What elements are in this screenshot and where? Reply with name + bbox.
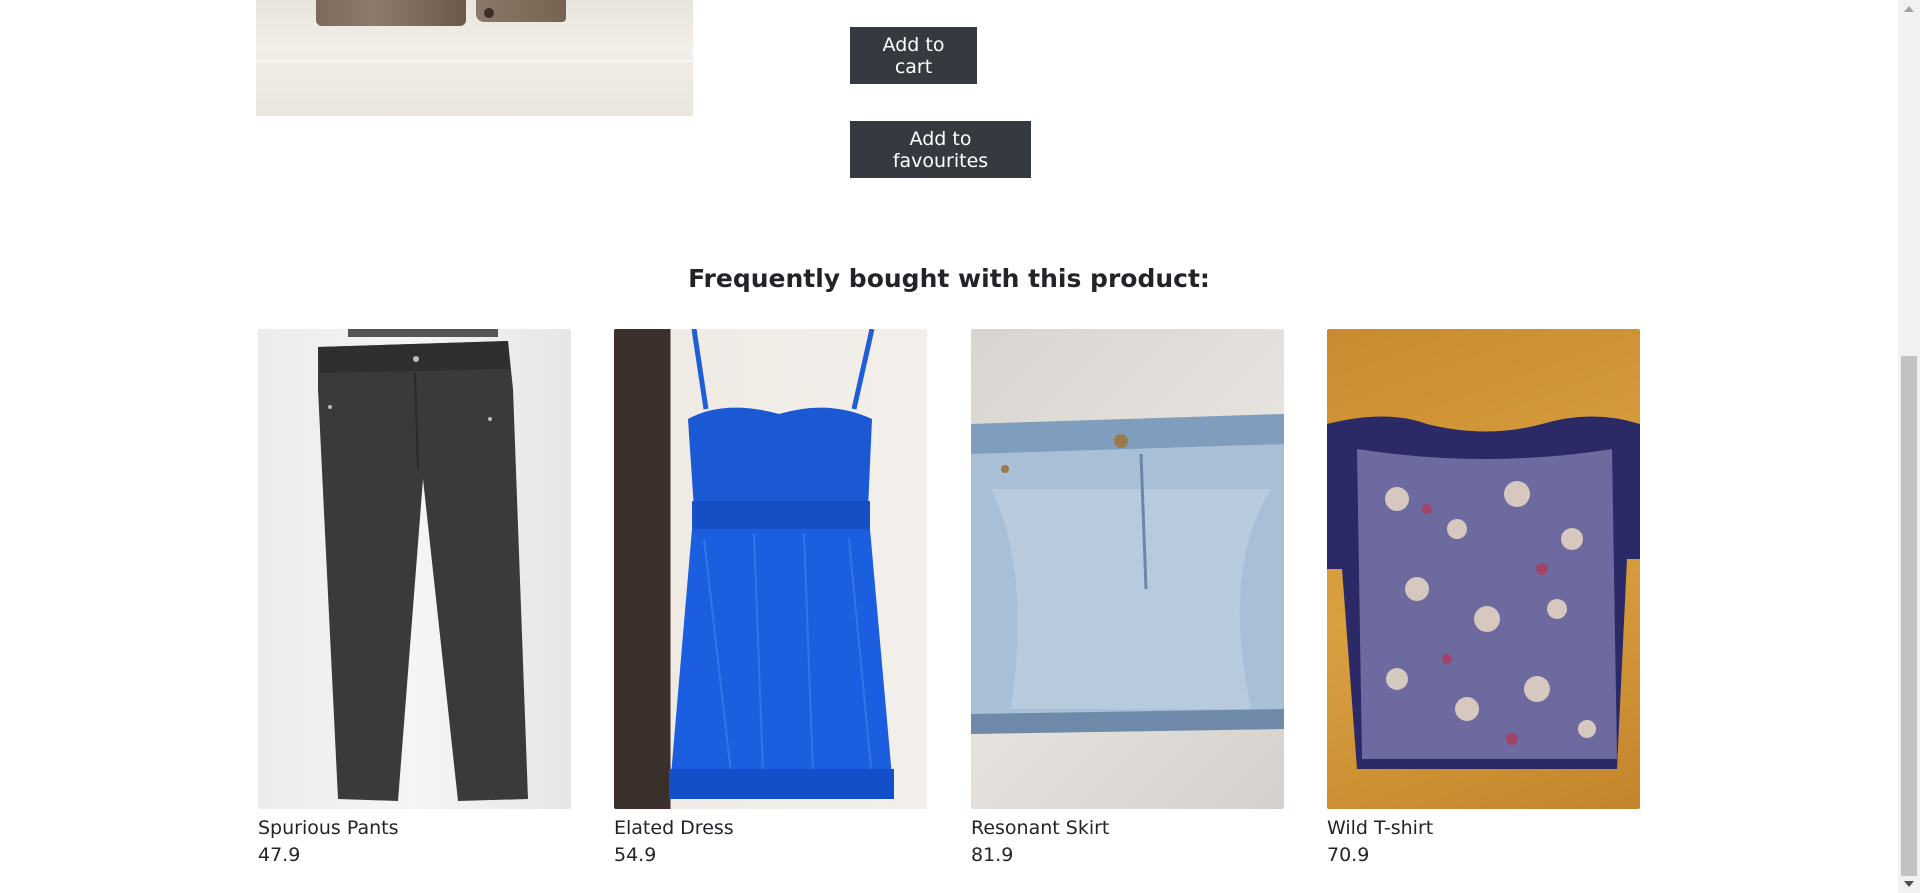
product-card-wild-t-shirt[interactable]: Wild T-shirt 70.9 — [1327, 329, 1640, 868]
product-price: 70.9 — [1327, 844, 1370, 866]
scrollbar-thumb[interactable] — [1901, 356, 1917, 876]
vertical-scrollbar[interactable] — [1898, 0, 1920, 893]
dress-illustration — [669, 329, 894, 800]
main-product-image[interactable] — [256, 0, 693, 116]
product-card-elated-dress[interactable]: Elated Dress 54.9 — [614, 329, 927, 868]
product-card-resonant-skirt[interactable]: Resonant Skirt 81.9 — [971, 329, 1284, 868]
product-price: 54.9 — [614, 844, 657, 866]
product-name[interactable]: Elated Dress — [614, 815, 927, 841]
product-image[interactable] — [1327, 329, 1640, 809]
product-image[interactable] — [614, 329, 927, 809]
t-shirt-illustration — [1327, 416, 1640, 769]
product-page: Add to cart Add to favourites Frequently… — [0, 0, 1898, 893]
related-products-heading: Frequently bought with this product: — [688, 264, 1210, 293]
add-to-cart-button[interactable]: Add to cart — [850, 27, 977, 84]
product-name[interactable]: Spurious Pants — [258, 815, 571, 841]
add-to-favourites-button[interactable]: Add to favourites — [850, 121, 1031, 178]
product-price: 47.9 — [258, 844, 301, 866]
product-name[interactable]: Resonant Skirt — [971, 815, 1284, 841]
product-price: 81.9 — [971, 844, 1014, 866]
skirt-illustration — [971, 414, 1284, 734]
product-image[interactable] — [971, 329, 1284, 809]
product-image[interactable] — [258, 329, 571, 809]
fabric-crease — [256, 60, 693, 62]
product-name[interactable]: Wild T-shirt — [1327, 815, 1640, 841]
product-card-spurious-pants[interactable]: Spurious Pants 47.9 — [258, 329, 571, 868]
scroll-down-icon[interactable] — [1904, 881, 1914, 887]
garment-fabric — [316, 0, 466, 26]
scroll-up-icon[interactable] — [1904, 6, 1914, 12]
garment-button — [484, 8, 494, 18]
pants-illustration — [318, 329, 528, 801]
